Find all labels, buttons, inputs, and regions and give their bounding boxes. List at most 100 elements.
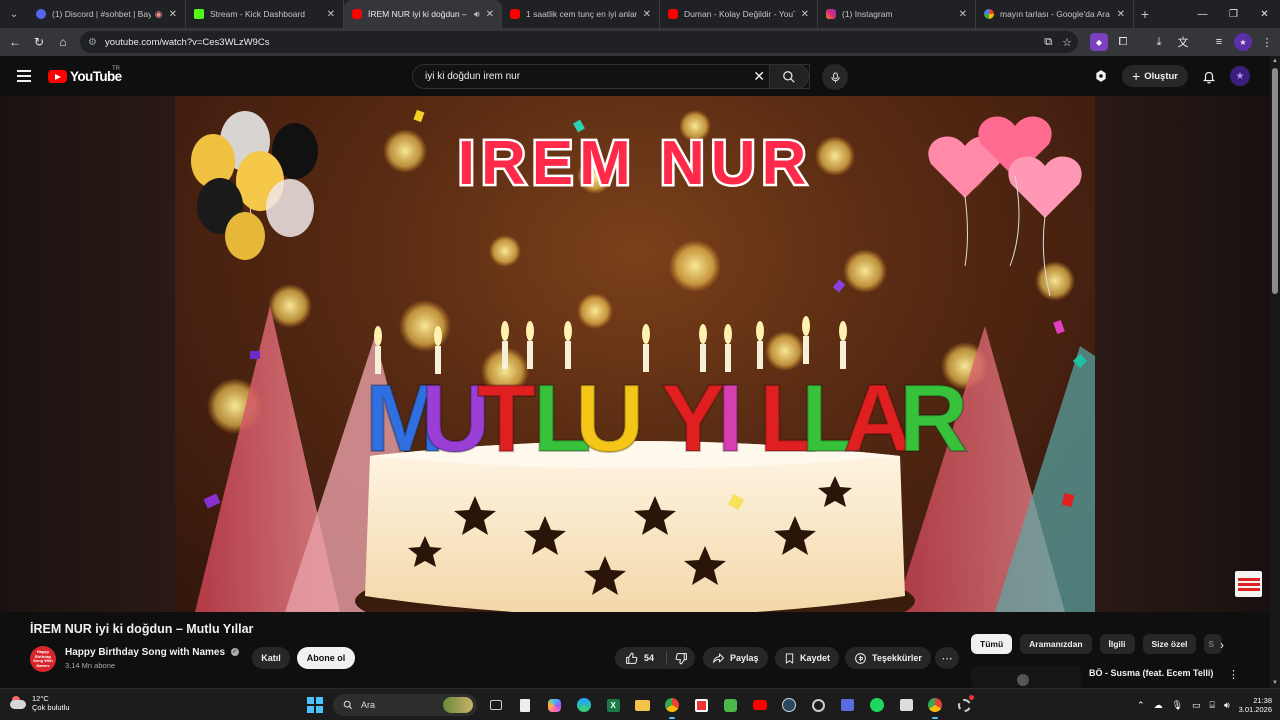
channel-avatar[interactable]: Happy Birthday Song With Names	[30, 646, 56, 672]
like-button[interactable]: 54	[615, 651, 667, 665]
chrome-profile-icon[interactable]	[924, 694, 946, 719]
taskbar-clock[interactable]: 21:38 3.01.2026	[1239, 696, 1272, 714]
chrome-icon[interactable]	[661, 694, 683, 719]
clear-search-icon[interactable]: ✕	[753, 68, 765, 85]
search-button[interactable]	[769, 64, 809, 89]
riot-client-icon[interactable]	[807, 694, 829, 716]
display-icon[interactable]: ▭	[1192, 700, 1201, 711]
gear-settings-icon[interactable]	[954, 694, 976, 716]
xbox-game-icon[interactable]	[719, 694, 741, 716]
task-view-icon[interactable]	[485, 694, 507, 716]
floating-widget[interactable]	[1235, 571, 1262, 597]
translate-icon[interactable]: 文	[1174, 33, 1192, 51]
copilot-icon[interactable]	[544, 694, 566, 716]
subscribe-button[interactable]: Abone ol	[297, 647, 355, 669]
join-button[interactable]: Katıl	[252, 647, 290, 669]
new-tab-button[interactable]: +	[1134, 6, 1156, 22]
browser-tab-strip: ⌄ (1) Discord | #sohbet | BayT ◉ ✕ Strea…	[0, 0, 1280, 28]
extensions-puzzle-icon[interactable]: ⧠	[1114, 33, 1132, 51]
profile-avatar-icon[interactable]: ★	[1234, 33, 1252, 51]
site-info-icon[interactable]: ⚙	[88, 37, 97, 48]
tab-youtube-duman[interactable]: Duman - Kolay Değildir - YouTu ✕	[660, 0, 818, 28]
back-icon[interactable]: ←	[3, 28, 27, 56]
extension-icon[interactable]: ◆	[1090, 33, 1108, 51]
related-video-thumbnail[interactable]	[971, 666, 1081, 688]
related-video-menu-icon[interactable]: ⋮	[1228, 668, 1239, 681]
onedrive-cloud-icon[interactable]: ☁	[1154, 700, 1163, 711]
volume-icon[interactable]: 🔊︎	[1224, 700, 1230, 711]
chip-all[interactable]: Tümü	[971, 634, 1013, 654]
video-player[interactable]: IREM NUR M U T L U Y I L L A R	[175, 96, 1095, 612]
tab-youtube-cem-tunc[interactable]: 1 saatlik cem tunç en iyi anlar ( ✕	[502, 0, 660, 28]
guide-menu-icon[interactable]	[17, 70, 31, 82]
scroll-down-icon[interactable]: ▼	[1272, 680, 1278, 686]
more-actions-icon[interactable]: ⋯	[935, 647, 959, 669]
microsoft-store-icon[interactable]	[895, 694, 917, 716]
restore-icon[interactable]: ❐	[1218, 0, 1249, 28]
tab-search-icon[interactable]: ≡	[1210, 33, 1228, 51]
page-scrollbar[interactable]: ▲ ▼	[1270, 56, 1280, 688]
network-icon[interactable]: ⌸	[1210, 700, 1215, 711]
bookmark-star-icon[interactable]: ☆	[1062, 36, 1072, 49]
tab-close-icon[interactable]: ✕	[169, 9, 177, 20]
microphone-tray-icon[interactable]: 🎙︎	[1172, 700, 1183, 711]
tab-instagram[interactable]: (1) Instagram ✕	[818, 0, 976, 28]
tab-close-icon[interactable]: ✕	[327, 9, 335, 20]
tab-close-icon[interactable]: ✕	[801, 9, 809, 20]
plus-icon: +	[1132, 68, 1141, 84]
notepad-icon[interactable]	[514, 694, 536, 716]
open-in-app-icon[interactable]: ⧉	[1044, 36, 1052, 49]
windows-start-icon[interactable]	[307, 697, 323, 713]
tab-google[interactable]: mayın tarlası - Google'da Ara ✕	[976, 0, 1134, 28]
studio-icon[interactable]	[1094, 69, 1108, 83]
tab-close-icon[interactable]: ✕	[959, 9, 967, 20]
thanks-button[interactable]: Teşekkürler	[845, 647, 931, 669]
show-hidden-icons-icon[interactable]: ⌃	[1137, 700, 1145, 711]
file-explorer-icon[interactable]	[631, 694, 653, 716]
account-avatar[interactable]: ★	[1230, 66, 1250, 86]
thumbs-down-icon	[675, 652, 687, 664]
voice-search-button[interactable]	[822, 64, 848, 90]
search-input[interactable]: iyi ki doğdun irem nur ✕	[412, 64, 810, 89]
related-video-title[interactable]: BÖ - Susma (feat. Ecem Telli)	[1089, 668, 1213, 678]
weather-widget[interactable]: 12°C Çok bulutlu	[10, 694, 70, 712]
home-icon[interactable]: ⌂	[51, 28, 75, 56]
notifications-bell-icon[interactable]	[1202, 69, 1216, 84]
app-icon-blue[interactable]	[837, 694, 859, 716]
youtube-logo[interactable]: YouTube TR	[48, 66, 122, 84]
app-icon-red[interactable]	[690, 694, 712, 716]
channel-name-link[interactable]: Happy Birthday Song with Names ✓	[65, 647, 239, 658]
tab-youtube-active[interactable]: İREM NUR iyi ki doğdun – 🔊︎ ✕	[344, 0, 502, 28]
youtube-favicon-icon	[510, 9, 520, 19]
tab-close-icon[interactable]: ✕	[643, 9, 651, 20]
address-bar[interactable]: ⚙ youtube.com/watch?v=Ces3WLzW9Cs ⧉ ☆	[80, 31, 1078, 53]
chevron-right-icon[interactable]: ›	[1212, 636, 1232, 654]
tab-discord[interactable]: (1) Discord | #sohbet | BayT ◉ ✕	[28, 0, 186, 28]
create-button[interactable]: + Oluştur	[1122, 65, 1188, 87]
steam-icon[interactable]	[778, 694, 800, 716]
scrollbar-thumb[interactable]	[1272, 68, 1278, 294]
chip-for-you[interactable]: Size özel	[1142, 634, 1197, 654]
audio-playing-icon[interactable]: 🔊︎	[474, 9, 480, 20]
browser-menu-icon[interactable]: ⋮	[1258, 33, 1276, 51]
tab-search-icon[interactable]: ⌄	[0, 0, 28, 28]
subscriber-count: 3,14 Mn abone	[65, 661, 116, 670]
save-button[interactable]: Kaydet	[775, 647, 840, 669]
edge-icon[interactable]	[573, 694, 595, 716]
close-window-icon[interactable]: ✕	[1249, 0, 1280, 28]
tab-close-icon[interactable]: ✕	[486, 9, 494, 20]
dislike-button[interactable]	[667, 652, 695, 665]
tab-close-icon[interactable]: ✕	[1117, 9, 1125, 20]
reload-icon[interactable]: ↻	[27, 28, 51, 56]
chip-from-search[interactable]: Aramanızdan	[1020, 634, 1092, 654]
share-button[interactable]: Paylaş	[703, 647, 768, 669]
youtube-app-icon[interactable]	[749, 694, 771, 716]
tab-kick[interactable]: Stream - Kick Dashboard ✕	[186, 0, 344, 28]
minimize-icon[interactable]: —	[1187, 0, 1218, 28]
taskbar-search-box[interactable]: Ara	[333, 694, 477, 716]
chip-related[interactable]: İlgili	[1099, 634, 1135, 654]
excel-icon[interactable]: X	[602, 694, 624, 716]
spotify-icon[interactable]	[866, 694, 888, 716]
download-icon[interactable]: ⤓	[1150, 33, 1168, 51]
scroll-up-icon[interactable]: ▲	[1272, 58, 1278, 64]
